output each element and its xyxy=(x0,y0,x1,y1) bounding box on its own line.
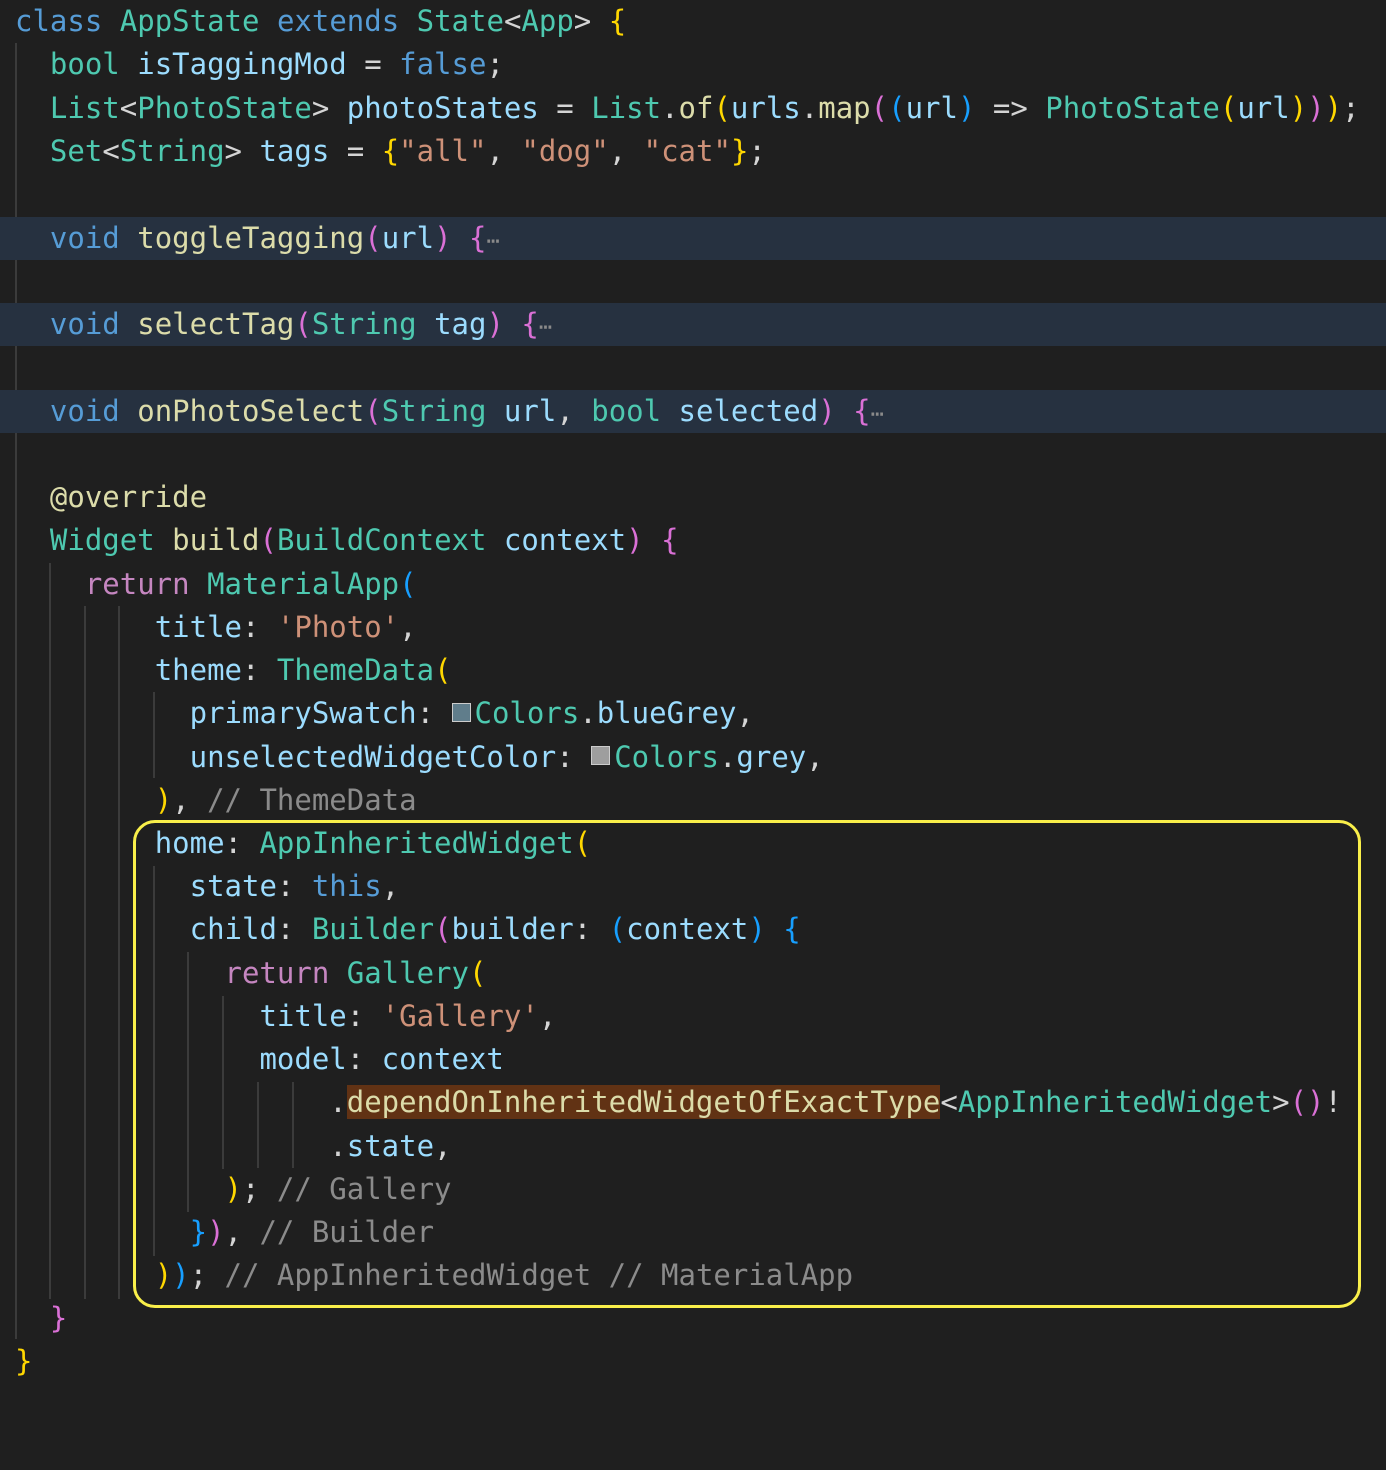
token-type: Set xyxy=(49,134,103,168)
code-line[interactable]: Set<String> tags = {"all", "dog", "cat"}… xyxy=(0,130,1386,173)
folded-code-line[interactable]: void selectTag(String tag) {⋯ xyxy=(0,303,1386,347)
token-function: toggleTagging xyxy=(137,220,365,255)
highlight-annotation-box xyxy=(133,820,1361,1308)
fold-ellipsis-icon[interactable]: ⋯ xyxy=(871,402,884,427)
token-variable: isTaggingMod xyxy=(137,47,347,81)
token-type: PhotoState xyxy=(1045,90,1220,125)
code-line[interactable]: bool isTaggingMod = false; xyxy=(0,43,1386,86)
token-variable: tags xyxy=(259,134,330,168)
code-editor[interactable]: class AppState extends State<App> { bool… xyxy=(0,0,1386,1384)
token-keyword: void xyxy=(49,393,120,428)
token-property: unselectedWidgetColor xyxy=(189,739,557,774)
code-line[interactable]: theme: ThemeData( xyxy=(0,649,1386,692)
token-type: PhotoState xyxy=(137,90,312,125)
token-variable: tag xyxy=(434,307,487,341)
token-function: selectTag xyxy=(137,307,295,341)
token-class-name: AppState xyxy=(119,4,260,38)
code-line[interactable]: List<PhotoState> photoStates = List.of(u… xyxy=(0,87,1386,130)
color-swatch-icon[interactable] xyxy=(591,746,611,765)
token-variable: url xyxy=(1237,90,1290,125)
token-type: bool xyxy=(591,393,662,428)
token-property: title xyxy=(154,610,242,644)
token-type: App xyxy=(521,4,574,38)
token-type: Colors xyxy=(614,739,719,774)
token-type: List xyxy=(49,90,120,125)
token-function: map xyxy=(818,90,871,125)
token-type: String xyxy=(311,307,417,341)
token-keyword: false xyxy=(399,47,487,81)
folded-code-line[interactable]: void toggleTagging(url) {⋯ xyxy=(0,216,1386,260)
folded-code-line[interactable]: void onPhotoSelect(String url, bool sele… xyxy=(0,389,1386,433)
token-type: MaterialApp xyxy=(207,566,400,601)
token-keyword: void xyxy=(49,220,120,255)
code-line[interactable]: title: 'Photo', xyxy=(0,606,1386,649)
token-variable: photoStates xyxy=(346,90,539,125)
token-variable: url xyxy=(905,90,958,125)
token-variable: url xyxy=(381,220,435,255)
token-string: "dog" xyxy=(521,134,609,168)
token-annotation: @override xyxy=(49,480,208,514)
token-variable: context xyxy=(503,523,627,557)
token-string: "cat" xyxy=(643,134,731,168)
token-property: theme xyxy=(154,653,242,687)
fold-ellipsis-icon[interactable]: ⋯ xyxy=(539,315,552,340)
token-variable: selected xyxy=(678,393,819,428)
token-string: "all" xyxy=(399,134,487,168)
token-variable: urls xyxy=(730,90,801,125)
fold-ellipsis-icon[interactable]: ⋯ xyxy=(486,229,499,254)
code-line[interactable]: primarySwatch: Colors.blueGrey, xyxy=(0,692,1386,735)
token-property: blueGrey xyxy=(596,696,737,730)
token-type: Colors xyxy=(474,696,580,730)
token-type: ThemeData xyxy=(276,653,435,687)
token-type: BuildContext xyxy=(276,523,487,557)
code-line[interactable]: Widget build(BuildContext context) { xyxy=(0,519,1386,562)
token-property: primarySwatch xyxy=(189,696,417,730)
code-line[interactable]: return MaterialApp( xyxy=(0,563,1386,606)
token-keyword: return xyxy=(84,566,190,601)
token-comment: // ThemeData xyxy=(207,783,417,817)
token-type: String xyxy=(119,134,225,168)
token-property: grey xyxy=(736,739,807,774)
token-type: List xyxy=(591,90,662,125)
token-keyword: void xyxy=(49,307,120,341)
token-keyword: extends xyxy=(276,4,400,38)
token-string: 'Photo' xyxy=(276,610,400,644)
token-variable: url xyxy=(503,393,557,428)
token-function: build xyxy=(172,523,260,557)
token-function: of xyxy=(678,90,714,125)
code-line[interactable]: @override xyxy=(0,476,1386,519)
token-type: String xyxy=(381,393,487,428)
token-type: Widget xyxy=(49,523,155,557)
code-line[interactable]: class AppState extends State<App> { xyxy=(0,0,1386,43)
token-type: bool xyxy=(49,47,120,81)
code-line[interactable]: unselectedWidgetColor: Colors.grey, xyxy=(0,736,1386,779)
token-function: onPhotoSelect xyxy=(137,393,365,428)
token-type: State xyxy=(416,4,504,38)
color-swatch-icon[interactable] xyxy=(451,702,471,722)
code-line[interactable]: } xyxy=(0,1340,1386,1383)
code-line[interactable]: ), // ThemeData xyxy=(0,779,1386,822)
token-keyword: class xyxy=(15,4,103,38)
